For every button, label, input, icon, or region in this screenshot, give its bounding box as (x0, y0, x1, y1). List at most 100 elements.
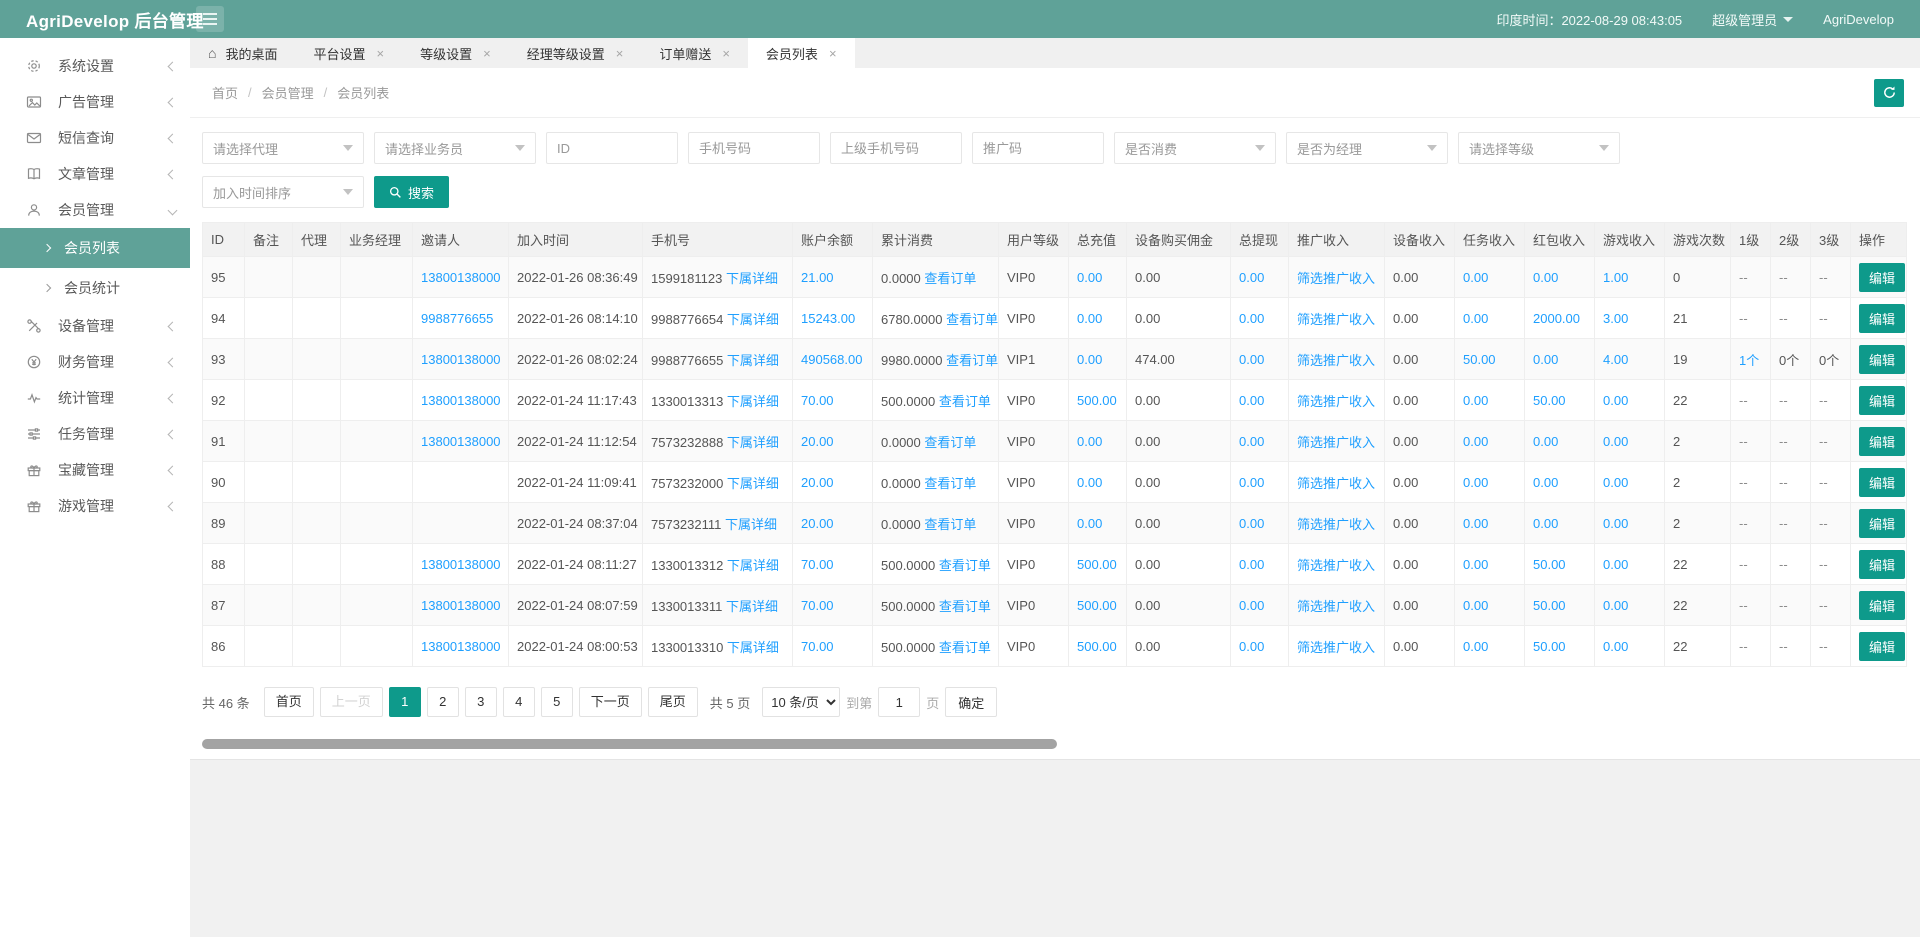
edit-button[interactable]: 编辑 (1859, 304, 1905, 333)
amount-link[interactable]: 500.00 (1077, 393, 1117, 408)
filter-promo-link[interactable]: 筛选推广收入 (1297, 271, 1375, 286)
amount-link[interactable]: 0.00 (1077, 311, 1102, 326)
inviter-link[interactable]: 13800138000 (421, 270, 501, 285)
filter-select-是否消费[interactable]: 是否消费 (1114, 132, 1276, 164)
filter-select-请选择代理[interactable]: 请选择代理 (202, 132, 364, 164)
amount-link[interactable]: 0.00 (1533, 352, 1558, 367)
amount-link[interactable]: 21.00 (801, 270, 834, 285)
sub-detail-link[interactable]: 下属详细 (727, 435, 779, 450)
amount-link[interactable]: 0.00 (1533, 516, 1558, 531)
refresh-button[interactable] (1874, 79, 1904, 107)
amount-link[interactable]: 0.00 (1463, 393, 1488, 408)
amount-link[interactable]: 4.00 (1603, 352, 1628, 367)
amount-link[interactable]: 3.00 (1603, 311, 1628, 326)
search-button[interactable]: 搜索 (374, 176, 449, 208)
filter-input-手机号码[interactable] (688, 132, 820, 164)
filter-input-ID[interactable] (546, 132, 678, 164)
amount-link[interactable]: 20.00 (801, 516, 834, 531)
amount-link[interactable]: 0.00 (1239, 639, 1264, 654)
inviter-link[interactable]: 13800138000 (421, 557, 501, 572)
amount-link[interactable]: 0.00 (1463, 598, 1488, 613)
edit-button[interactable]: 编辑 (1859, 632, 1905, 661)
amount-link[interactable]: 50.00 (1533, 557, 1566, 572)
filter-promo-link[interactable]: 筛选推广收入 (1297, 435, 1375, 450)
hamburger-menu-icon[interactable] (196, 6, 224, 32)
view-order-link[interactable]: 查看订单 (939, 558, 991, 573)
amount-link[interactable]: 0.00 (1533, 475, 1558, 490)
view-order-link[interactable]: 查看订单 (924, 476, 976, 491)
amount-link[interactable]: 50.00 (1533, 598, 1566, 613)
sub-detail-link[interactable]: 下属详细 (727, 476, 779, 491)
edit-button[interactable]: 编辑 (1859, 427, 1905, 456)
amount-link[interactable]: 0.00 (1603, 557, 1628, 572)
sub-detail-link[interactable]: 下属详细 (727, 312, 779, 327)
view-order-link[interactable]: 查看订单 (946, 353, 998, 368)
amount-link[interactable]: 500.00 (1077, 639, 1117, 654)
view-order-link[interactable]: 查看订单 (924, 271, 976, 286)
confirm-button[interactable]: 确定 (945, 687, 997, 717)
amount-link[interactable]: 0.00 (1463, 475, 1488, 490)
inviter-link[interactable]: 13800138000 (421, 639, 501, 654)
sub-detail-link[interactable]: 下属详细 (726, 271, 778, 286)
amount-link[interactable]: 0.00 (1463, 557, 1488, 572)
filter-input-推广码[interactable] (972, 132, 1104, 164)
page-button-5[interactable]: 5 (541, 687, 573, 717)
amount-link[interactable]: 0.00 (1603, 598, 1628, 613)
amount-link[interactable]: 0.00 (1239, 352, 1264, 367)
view-order-link[interactable]: 查看订单 (939, 599, 991, 614)
tab-经理等级设置[interactable]: 经理等级设置× (509, 38, 642, 68)
close-icon[interactable]: × (483, 46, 491, 61)
sidebar-item-6[interactable]: 设备管理 (0, 308, 190, 344)
username-link[interactable]: AgriDevelop (1823, 12, 1894, 27)
close-icon[interactable]: × (722, 46, 730, 61)
close-icon[interactable]: × (829, 46, 837, 61)
amount-link[interactable]: 50.00 (1533, 393, 1566, 408)
sort-select[interactable]: 加入时间排序 (202, 176, 364, 208)
amount-link[interactable]: 0.00 (1239, 598, 1264, 613)
amount-link[interactable]: 0.00 (1077, 270, 1102, 285)
amount-link[interactable]: 490568.00 (801, 352, 862, 367)
amount-link[interactable]: 0.00 (1603, 475, 1628, 490)
amount-link[interactable]: 70.00 (801, 557, 834, 572)
sidebar-item-4[interactable]: 文章管理 (0, 156, 190, 192)
filter-select-请选择等级[interactable]: 请选择等级 (1458, 132, 1620, 164)
filter-select-是否为经理[interactable]: 是否为经理 (1286, 132, 1448, 164)
amount-link[interactable]: 500.00 (1077, 557, 1117, 572)
sidebar-item-5[interactable]: 会员管理 (0, 192, 190, 228)
sidebar-item-3[interactable]: 短信查询 (0, 120, 190, 156)
amount-link[interactable]: 15243.00 (801, 311, 855, 326)
sub-detail-link[interactable]: 下属详细 (727, 640, 779, 655)
tab-订单赠送[interactable]: 订单赠送× (641, 38, 748, 68)
filter-select-请选择业务员[interactable]: 请选择业务员 (374, 132, 536, 164)
amount-link[interactable]: 0.00 (1463, 434, 1488, 449)
tab-会员列表[interactable]: 会员列表× (748, 38, 855, 68)
page-button-1[interactable]: 1 (389, 687, 421, 717)
edit-button[interactable]: 编辑 (1859, 386, 1905, 415)
tab-我的桌面[interactable]: ⌂我的桌面 (190, 38, 295, 68)
amount-link[interactable]: 50.00 (1533, 639, 1566, 654)
scrollbar-thumb[interactable] (202, 739, 1057, 749)
sidebar-subitem-会员列表[interactable]: 会员列表 (0, 228, 190, 268)
view-order-link[interactable]: 查看订单 (939, 640, 991, 655)
inviter-link[interactable]: 13800138000 (421, 434, 501, 449)
sidebar-item-10[interactable]: 宝藏管理 (0, 452, 190, 488)
edit-button[interactable]: 编辑 (1859, 468, 1905, 497)
filter-promo-link[interactable]: 筛选推广收入 (1297, 312, 1375, 327)
amount-link[interactable]: 500.00 (1077, 598, 1117, 613)
amount-link[interactable]: 2000.00 (1533, 311, 1580, 326)
amount-link[interactable]: 0.00 (1533, 434, 1558, 449)
amount-link[interactable]: 0.00 (1239, 434, 1264, 449)
sidebar-item-2[interactable]: 广告管理 (0, 84, 190, 120)
filter-promo-link[interactable]: 筛选推广收入 (1297, 353, 1375, 368)
amount-link[interactable]: 20.00 (801, 475, 834, 490)
sidebar-item-9[interactable]: 任务管理 (0, 416, 190, 452)
amount-link[interactable]: 0.00 (1239, 516, 1264, 531)
page-size-select[interactable]: 10 条/页 (762, 687, 840, 717)
filter-promo-link[interactable]: 筛选推广收入 (1297, 517, 1375, 532)
page-button-3[interactable]: 3 (465, 687, 497, 717)
page-button-2[interactable]: 2 (427, 687, 459, 717)
amount-link[interactable]: 0.00 (1239, 557, 1264, 572)
first-page-button[interactable]: 首页 (264, 687, 314, 717)
view-order-link[interactable]: 查看订单 (946, 312, 998, 327)
tab-平台设置[interactable]: 平台设置× (295, 38, 402, 68)
